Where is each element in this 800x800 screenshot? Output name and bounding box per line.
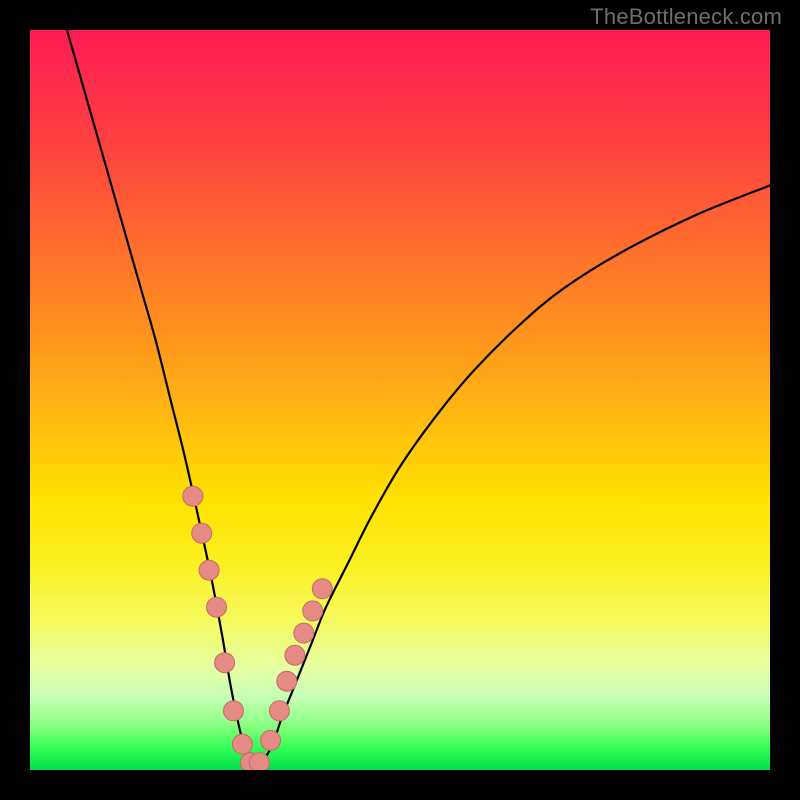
curve-marker [183, 486, 203, 506]
plot-svg [30, 30, 770, 770]
curve-marker [277, 671, 297, 691]
curve-marker [224, 701, 244, 721]
curve-marker [261, 730, 281, 750]
curve-marker [199, 560, 219, 580]
curve-marker [215, 653, 235, 673]
curve-marker [232, 734, 252, 754]
curve-marker [192, 523, 212, 543]
curve-marker [294, 623, 314, 643]
watermark-text: TheBottleneck.com [590, 4, 782, 30]
curve-marker [249, 753, 269, 770]
curve-marker [312, 579, 332, 599]
bottleneck-curve-line [67, 30, 770, 764]
plot-area [30, 30, 770, 770]
chart-frame: TheBottleneck.com [0, 0, 800, 800]
curve-marker [269, 701, 289, 721]
curve-marker [207, 597, 227, 617]
curve-marker [303, 601, 323, 621]
curve-marker [285, 645, 305, 665]
marker-group [183, 486, 332, 770]
